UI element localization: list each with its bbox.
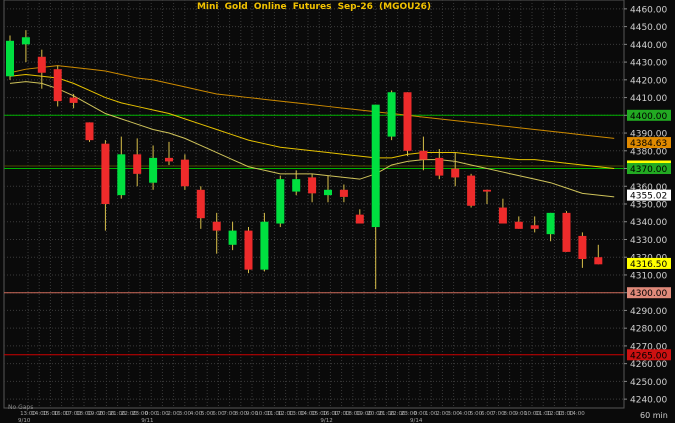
y-tick-label: 4310.00	[630, 271, 667, 281]
price-marker-label: 4384.63	[630, 139, 667, 149]
y-tick-label: 4280.00	[630, 325, 667, 335]
y-tick-label: 4430.00	[630, 59, 667, 69]
candle-body-down	[101, 143, 110, 204]
candle-body-down	[133, 154, 142, 174]
candle-body-down	[244, 230, 253, 270]
y-tick-label: 4290.00	[630, 307, 667, 317]
candle-body-down	[53, 69, 62, 102]
y-tick-label: 4420.00	[630, 76, 667, 86]
candle-body-down	[435, 157, 444, 176]
y-tick-label: 4450.00	[630, 23, 667, 33]
x-date-label: 9/12	[320, 418, 332, 423]
price-line-label: 4265.00	[630, 351, 667, 361]
price-marker-label: 4355.02	[630, 192, 667, 202]
y-tick-label: 4250.00	[630, 378, 667, 388]
candle-body-down	[578, 235, 587, 259]
x-tick-label: 14:00	[569, 411, 585, 417]
candle-body-down	[514, 221, 523, 229]
candle-body-down	[594, 257, 603, 265]
x-date-label: 9/14	[410, 418, 423, 423]
candle-body-up	[324, 189, 332, 196]
y-tick-label: 4460.00	[630, 5, 667, 15]
y-tick-label: 4260.00	[630, 360, 667, 370]
candle-body-up	[117, 154, 126, 196]
candle-body-down	[483, 189, 491, 192]
timeframe-label: 60 min	[640, 411, 668, 420]
price-marker-label: 4316.50	[630, 260, 667, 270]
candle-body-down	[180, 159, 189, 187]
chart-background	[0, 0, 675, 423]
candle-body-up	[387, 92, 396, 137]
footnote-label: No Gaps	[8, 404, 33, 411]
candle-body-up	[371, 104, 380, 228]
x-date-label: 9/10	[18, 418, 31, 423]
y-tick-label: 4340.00	[630, 218, 667, 228]
candle-body-down	[85, 122, 94, 141]
candle-body-down	[451, 168, 460, 178]
candle-body-down	[419, 150, 428, 160]
candle-body-up	[149, 157, 158, 183]
price-line-label: 4370.00	[630, 165, 667, 175]
candle-body-up	[21, 37, 30, 45]
candle-body-up	[546, 212, 555, 235]
price-line-label: 4400.00	[630, 112, 667, 122]
candle-body-down	[69, 97, 78, 103]
y-tick-label: 4410.00	[630, 94, 667, 104]
candle-body-down	[530, 225, 539, 229]
price-line-label: 4300.00	[630, 289, 667, 299]
candle-body-down	[212, 221, 221, 231]
candle-body-down	[355, 214, 364, 224]
candle-body-up	[276, 179, 285, 224]
candle-body-down	[498, 207, 507, 224]
candle-body-down	[308, 177, 317, 194]
candle-body-down	[339, 189, 348, 197]
candlestick-chart-svg: 4460.00 4450.00 4440.00 4430.00 4420.00 4410.…	[0, 0, 675, 423]
chart-title: Mini Gold Online Futures Sep-26 (MGOU26)	[197, 2, 431, 12]
candle-body-down	[165, 157, 173, 162]
candle-body-down	[562, 212, 571, 252]
price-chart[interactable]: 4460.00 4450.00 4440.00 4430.00 4420.00 4410.…	[0, 0, 675, 423]
candle-body-up	[260, 221, 269, 270]
candle-body-down	[467, 175, 476, 206]
candle-body-down	[196, 189, 205, 219]
candle-body-up	[228, 230, 237, 245]
candle-body-down	[403, 92, 412, 151]
x-date-label: 9/11	[141, 418, 153, 423]
y-tick-label: 4330.00	[630, 236, 667, 246]
candle-body-up	[6, 40, 14, 77]
candle-body-down	[37, 56, 46, 73]
y-tick-label: 4240.00	[630, 396, 667, 406]
y-tick-label: 4440.00	[630, 41, 667, 51]
candle-body-up	[292, 179, 301, 192]
y-tick-label: 4350.00	[630, 201, 667, 211]
